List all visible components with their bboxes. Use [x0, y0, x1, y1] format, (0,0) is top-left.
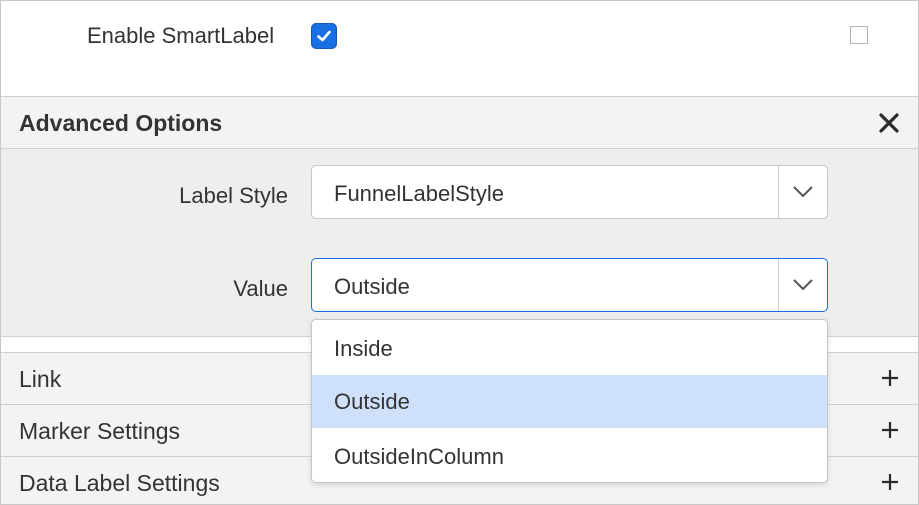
section-link-title: Link — [19, 366, 62, 392]
option-inside[interactable]: Inside — [312, 322, 827, 375]
value-select-value: Outside — [334, 274, 410, 299]
option-outside-in-column[interactable]: OutsideInColumn — [312, 430, 827, 482]
section-data-label-settings-title: Data Label Settings — [19, 470, 220, 496]
chevron-down-icon — [793, 186, 813, 198]
value-dropdown-list: Inside Outside OutsideInColumn — [311, 319, 828, 483]
chevron-down-icon — [793, 279, 813, 291]
advanced-options-header[interactable]: Advanced Options — [1, 96, 918, 149]
advanced-options-body: Label Style FunnelLabelStyle Value Outsi… — [1, 149, 918, 337]
checkmark-icon — [317, 30, 331, 42]
label-style-dropdown-button[interactable] — [778, 166, 827, 218]
value-select[interactable]: Outside — [311, 258, 828, 312]
label-style-select[interactable]: FunnelLabelStyle — [311, 165, 828, 219]
advanced-options-title: Advanced Options — [19, 110, 223, 136]
secondary-checkbox[interactable] — [850, 26, 868, 44]
section-marker-settings-title: Marker Settings — [19, 418, 181, 444]
properties-panel: Enable SmartLabel Advanced Options Label… — [0, 0, 919, 505]
enable-smartlabel-checkbox[interactable] — [311, 23, 337, 49]
plus-icon[interactable] — [880, 420, 900, 440]
label-style-value: FunnelLabelStyle — [334, 181, 505, 206]
value-label: Value — [233, 276, 288, 301]
label-style-label: Label Style — [179, 183, 288, 208]
smart-label-row: Enable SmartLabel — [1, 1, 918, 96]
plus-icon[interactable] — [880, 472, 900, 492]
enable-smartlabel-label: Enable SmartLabel — [87, 23, 275, 48]
plus-icon[interactable] — [880, 368, 900, 388]
option-outside[interactable]: Outside — [312, 375, 827, 428]
close-icon[interactable] — [878, 112, 900, 134]
value-dropdown-button[interactable] — [778, 259, 827, 311]
